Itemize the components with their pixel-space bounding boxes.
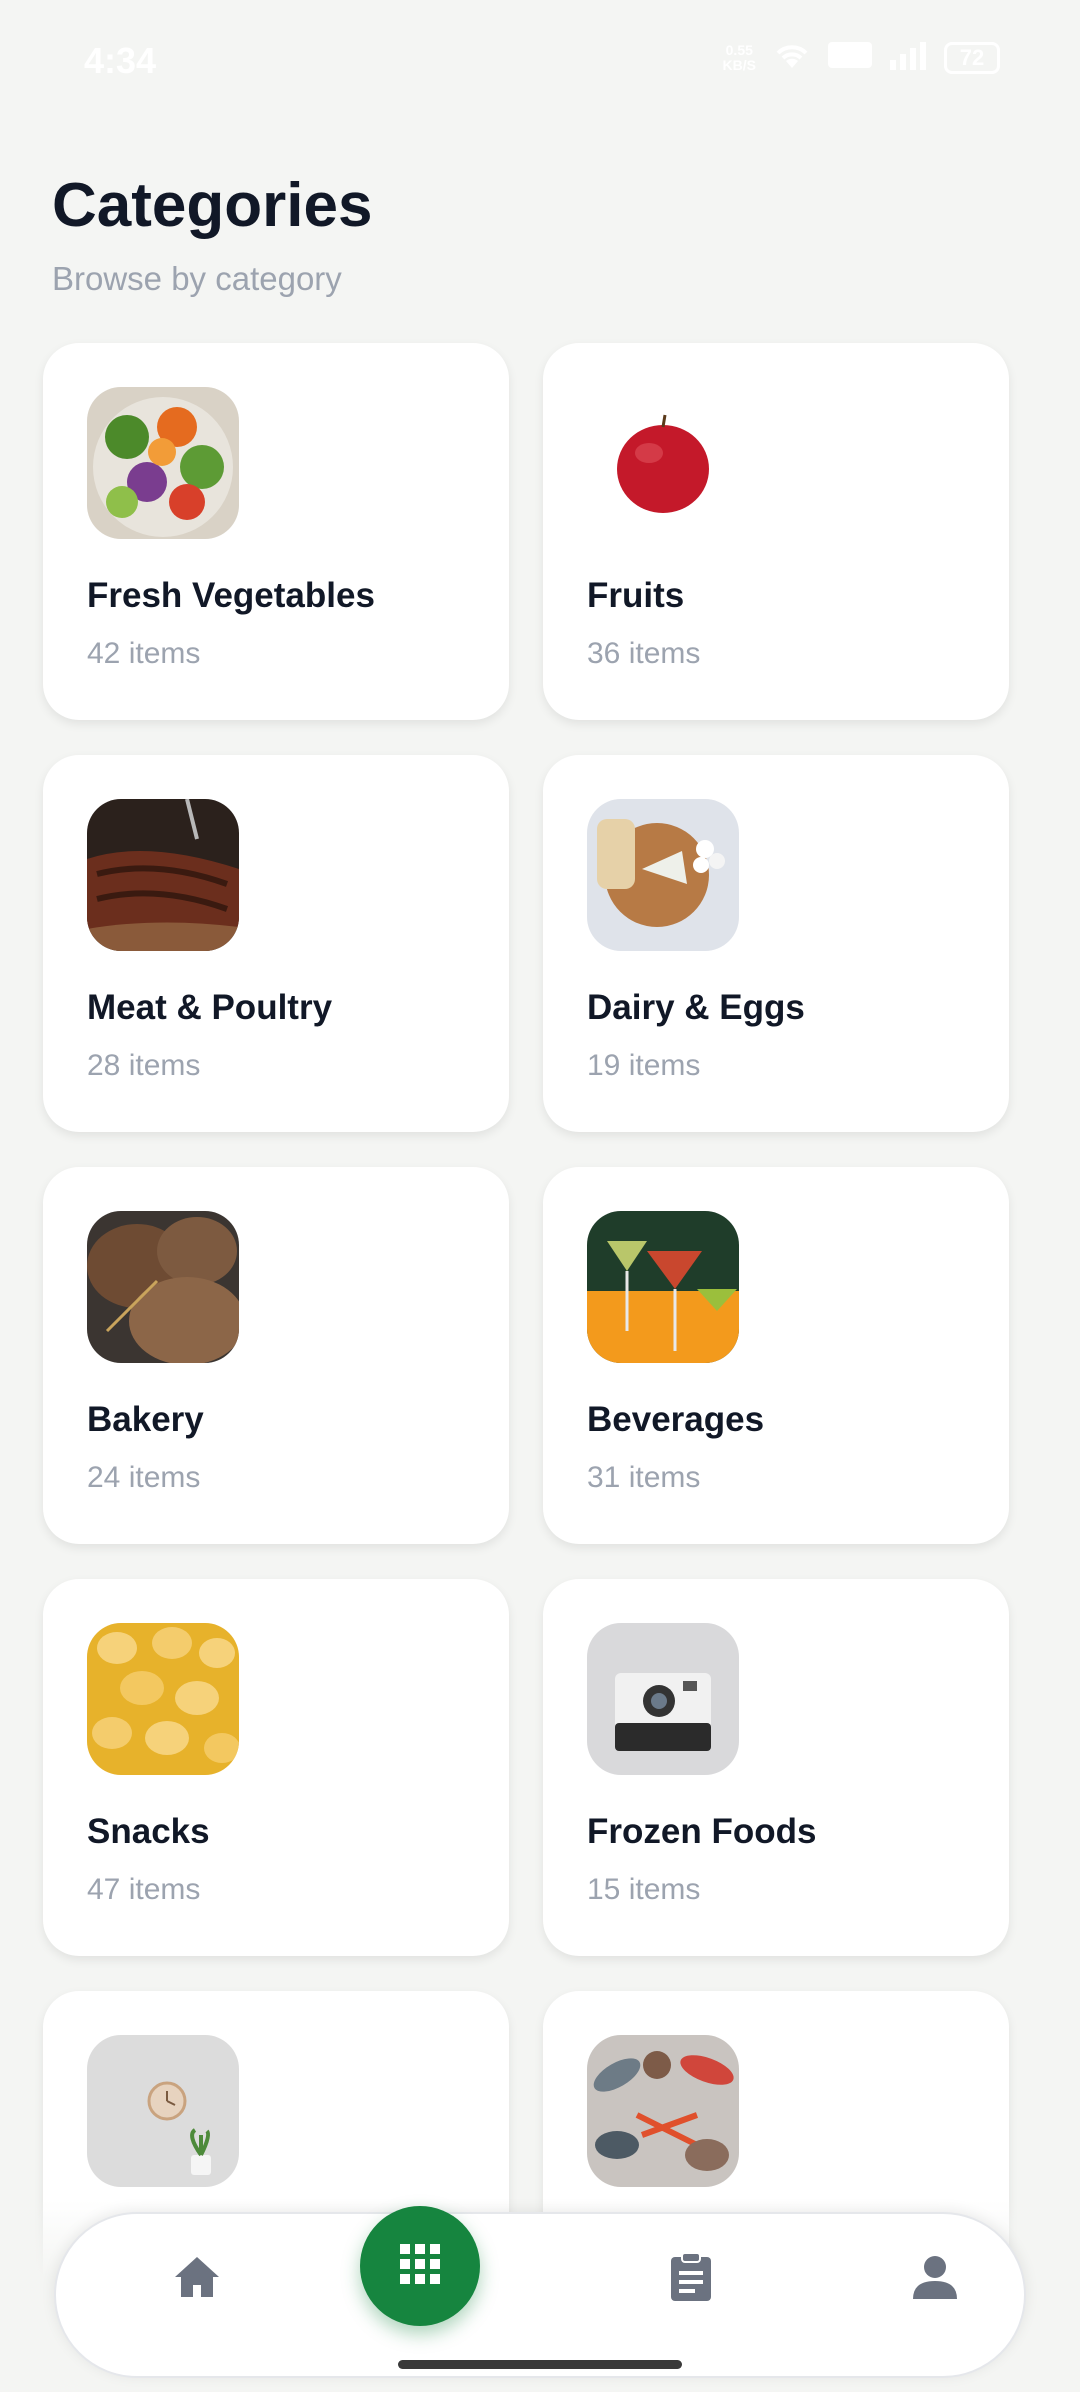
category-count: 28 items bbox=[87, 1049, 201, 1082]
potato-chips-image bbox=[87, 1623, 239, 1775]
category-card-meat-poultry[interactable]: Meat & Poultry 28 items bbox=[43, 755, 509, 1132]
category-name: Bakery bbox=[87, 1400, 204, 1439]
bottom-navigation bbox=[54, 2206, 1026, 2378]
volte-icon bbox=[828, 40, 872, 75]
wifi-icon bbox=[772, 40, 812, 75]
category-count: 42 items bbox=[87, 637, 201, 670]
category-card-snacks[interactable]: Snacks 47 items bbox=[43, 1579, 509, 1956]
category-name: Fresh Vegetables bbox=[87, 576, 375, 615]
category-count: 24 items bbox=[87, 1461, 201, 1494]
wall-clock-plant-image bbox=[87, 2035, 239, 2187]
seafood-image bbox=[587, 2035, 739, 2187]
status-bar: 4:34 0.55 KB/S 72 bbox=[0, 0, 1080, 120]
battery-icon: 72 bbox=[944, 41, 1000, 74]
category-count: 15 items bbox=[587, 1873, 701, 1906]
status-time: 4:34 bbox=[84, 40, 157, 81]
nav-categories[interactable] bbox=[360, 2206, 480, 2326]
cocktail-glasses-image bbox=[587, 1211, 739, 1363]
home-indicator bbox=[398, 2360, 682, 2369]
category-card-frozen-foods[interactable]: Frozen Foods 15 items bbox=[543, 1579, 1009, 1956]
home-icon bbox=[171, 2253, 223, 2306]
grilled-steak-image bbox=[87, 799, 239, 951]
category-card-fresh-vegetables[interactable]: Fresh Vegetables 42 items bbox=[43, 343, 509, 720]
category-count: 36 items bbox=[587, 637, 701, 670]
page-header: Categories Browse by category bbox=[52, 168, 372, 298]
category-card-beverages[interactable]: Beverages 31 items bbox=[543, 1167, 1009, 1544]
page-subtitle: Browse by category bbox=[52, 260, 342, 297]
page-title: Categories bbox=[52, 171, 373, 240]
category-name: Frozen Foods bbox=[587, 1812, 817, 1851]
category-count: 31 items bbox=[587, 1461, 701, 1494]
nav-orders[interactable] bbox=[656, 2244, 726, 2314]
category-card-bakery[interactable]: Bakery 24 items bbox=[43, 1167, 509, 1544]
orders-clipboard-icon bbox=[668, 2251, 714, 2308]
category-grid: Fresh Vegetables 42 items Fruits 36 item… bbox=[43, 343, 1009, 2368]
nav-home[interactable] bbox=[162, 2244, 232, 2314]
red-apple-image bbox=[587, 387, 739, 539]
status-icons: 0.55 KB/S 72 bbox=[723, 40, 1000, 75]
category-card-dairy-eggs[interactable]: Dairy & Eggs 19 items bbox=[543, 755, 1009, 1132]
instant-camera-image bbox=[587, 1623, 739, 1775]
categories-grid-icon bbox=[398, 2242, 442, 2291]
category-name: Dairy & Eggs bbox=[587, 988, 805, 1027]
category-count: 19 items bbox=[587, 1049, 701, 1082]
category-name: Beverages bbox=[587, 1400, 765, 1439]
category-card-fruits[interactable]: Fruits 36 items bbox=[543, 343, 1009, 720]
network-speed: 0.55 KB/S bbox=[722, 41, 756, 73]
nav-profile[interactable] bbox=[900, 2244, 970, 2314]
bread-loaves-image bbox=[87, 1211, 239, 1363]
category-name: Fruits bbox=[587, 576, 685, 615]
category-name: Snacks bbox=[87, 1812, 210, 1851]
salad-bowl-image bbox=[87, 387, 239, 539]
category-name: Meat & Poultry bbox=[87, 988, 333, 1027]
signal-icon bbox=[888, 40, 928, 75]
category-count: 47 items bbox=[87, 1873, 201, 1906]
cheese-board-image bbox=[587, 799, 739, 951]
profile-icon bbox=[911, 2253, 959, 2306]
